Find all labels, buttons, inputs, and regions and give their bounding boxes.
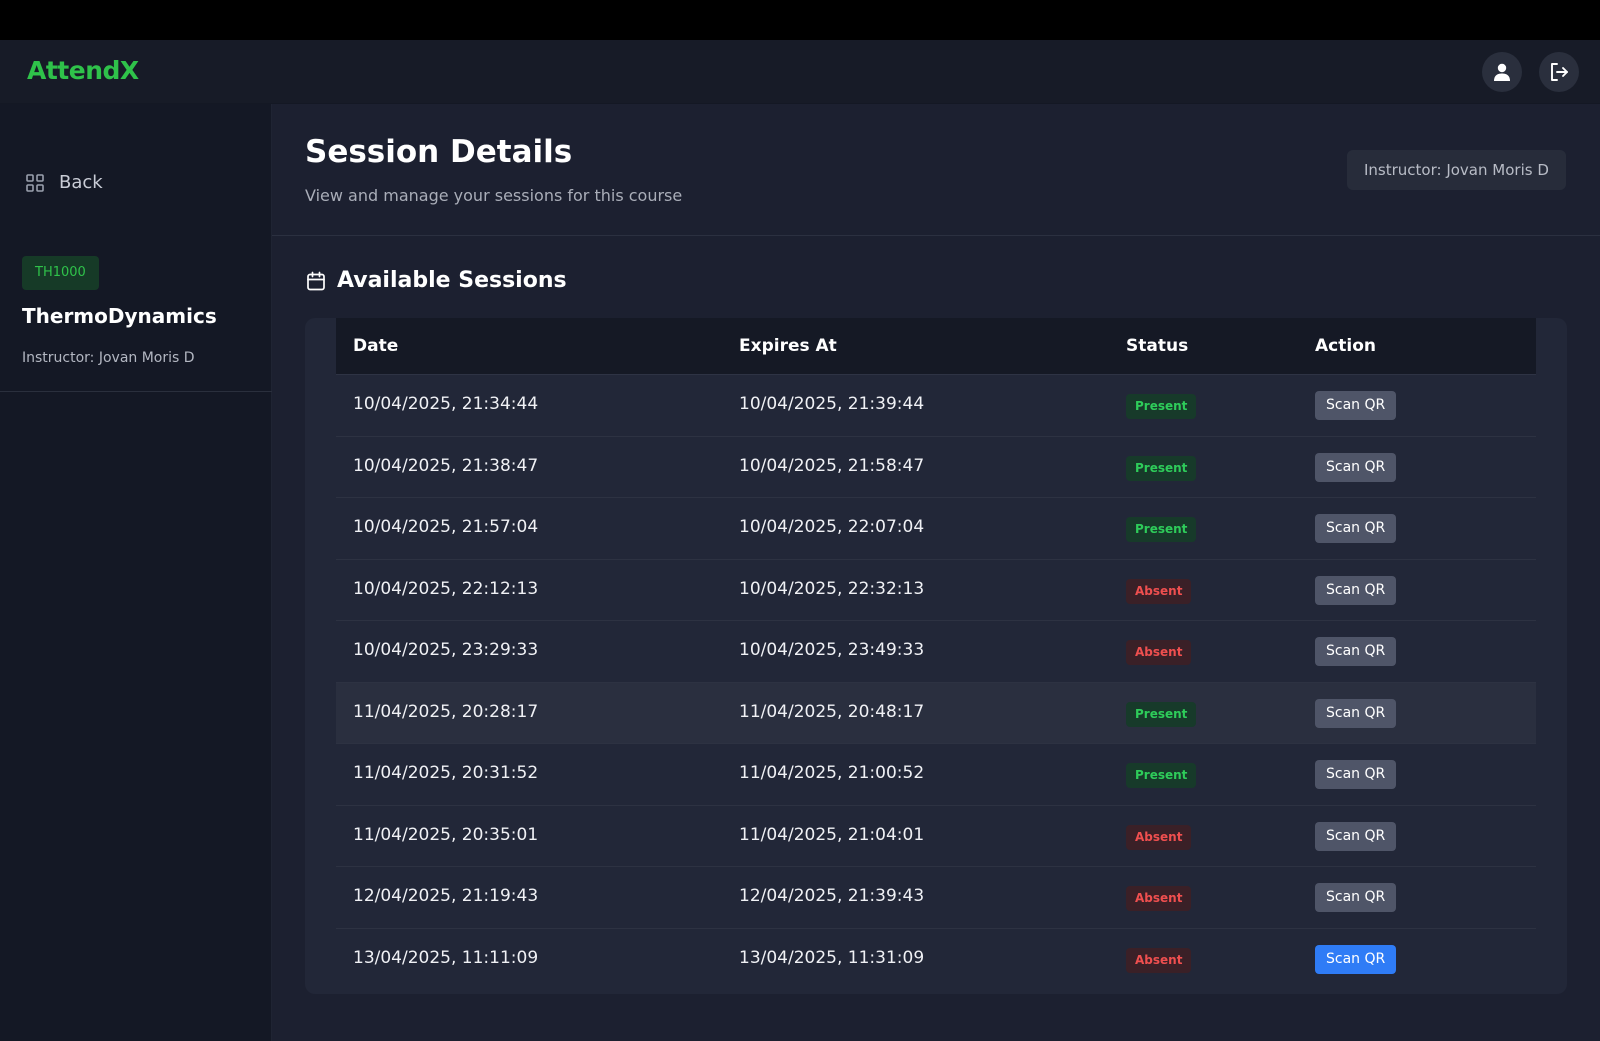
page-subtitle: View and manage your sessions for this c… [305,186,683,205]
table-header: Date Expires At Status Action [336,318,1536,375]
column-header-date: Date [353,336,399,356]
app-header: AttendX [0,40,1600,104]
session-date: 13/04/2025, 11:11:09 [353,947,539,968]
logout-icon [1551,63,1568,81]
session-expires: 11/04/2025, 20:48:17 [739,701,925,722]
session-expires: 10/04/2025, 21:39:44 [739,394,925,414]
scan-qr-button[interactable]: Scan QR [1315,698,1397,728]
section-title-label: Available Sessions [337,268,567,293]
status-badge: Absent [1126,640,1192,665]
back-label: Back [59,172,103,193]
session-date: 10/04/2025, 23:29:33 [353,640,539,660]
page-header: Session Details View and manage your ses… [272,104,1600,236]
status-badge: Present [1126,701,1197,727]
status-badge: Absent [1126,886,1192,911]
sessions-table: Date Expires At Status Action 10/04/2025… [305,318,1567,994]
app-logo[interactable]: AttendX [27,56,139,85]
user-icon [1494,63,1510,81]
session-expires: 10/04/2025, 22:32:13 [739,578,925,599]
session-expires: 11/04/2025, 21:00:52 [739,763,925,783]
session-date: 11/04/2025, 20:31:52 [353,763,539,783]
table-row: 10/04/2025, 22:12:13 10/04/2025, 22:32:1… [336,560,1536,621]
status-badge: Present [1126,517,1197,542]
table-row: 10/04/2025, 23:29:33 10/04/2025, 23:49:3… [336,621,1536,683]
logout-button[interactable] [1539,52,1579,92]
table-row: 11/04/2025, 20:31:52 11/04/2025, 21:00:5… [336,744,1536,806]
session-date: 10/04/2025, 21:57:04 [353,517,539,537]
table-row: 10/04/2025, 21:38:47 10/04/2025, 21:58:4… [336,437,1536,498]
session-expires: 10/04/2025, 21:58:47 [739,455,925,476]
table-row: 11/04/2025, 20:35:01 11/04/2025, 21:04:0… [336,806,1536,867]
main-content: Session Details View and manage your ses… [272,104,1600,1041]
session-date: 11/04/2025, 20:35:01 [353,824,539,845]
session-expires: 10/04/2025, 22:07:04 [739,517,925,537]
session-expires: 12/04/2025, 21:39:43 [739,886,925,906]
scan-qr-button[interactable]: Scan QR [1315,821,1397,851]
page-title: Session Details [305,134,573,170]
session-expires: 10/04/2025, 23:49:33 [739,640,925,660]
session-date: 12/04/2025, 21:19:43 [353,886,539,906]
session-date: 10/04/2025, 22:12:13 [353,578,539,599]
scan-qr-button[interactable]: Scan QR [1315,514,1397,543]
column-header-expires: Expires At [739,336,837,356]
window-top-bar [0,0,1600,40]
sidebar: Back TH1000 ThermoDynamics Instructor: J… [0,104,272,1041]
course-card: TH1000 ThermoDynamics Instructor: Jovan … [0,254,272,392]
scan-qr-button[interactable]: Scan QR [1315,944,1397,974]
status-badge: Absent [1126,824,1192,850]
section-title: Available Sessions [305,268,567,293]
scan-qr-button[interactable]: Scan QR [1315,883,1397,912]
session-date: 11/04/2025, 20:28:17 [353,701,539,722]
session-date: 10/04/2025, 21:34:44 [353,394,539,414]
scan-qr-button[interactable]: Scan QR [1315,452,1397,482]
session-expires: 11/04/2025, 21:04:01 [739,824,925,845]
scan-qr-button[interactable]: Scan QR [1315,391,1397,420]
status-badge: Present [1126,455,1197,481]
course-instructor: Instructor: Jovan Moris D [22,350,195,366]
session-expires: 13/04/2025, 11:31:09 [739,947,925,968]
instructor-badge: Instructor: Jovan Moris D [1347,150,1566,190]
status-badge: Present [1126,394,1197,419]
table-row: 10/04/2025, 21:57:04 10/04/2025, 22:07:0… [336,498,1536,560]
table-row: 13/04/2025, 11:11:09 13/04/2025, 11:31:0… [336,929,1536,991]
scan-qr-button[interactable]: Scan QR [1315,760,1397,789]
column-header-status: Status [1126,336,1189,356]
calendar-icon [307,271,325,290]
column-header-action: Action [1315,336,1376,356]
profile-button[interactable] [1482,52,1522,92]
scan-qr-button[interactable]: Scan QR [1315,637,1397,666]
session-date: 10/04/2025, 21:38:47 [353,455,539,476]
table-row: 10/04/2025, 21:34:44 10/04/2025, 21:39:4… [336,375,1536,437]
status-badge: Absent [1126,578,1192,604]
course-name: ThermoDynamics [22,304,217,328]
back-link[interactable]: Back [25,172,103,193]
scan-qr-button[interactable]: Scan QR [1315,575,1397,605]
status-badge: Present [1126,763,1197,788]
table-row: 12/04/2025, 21:19:43 12/04/2025, 21:39:4… [336,867,1536,929]
grid-icon [26,173,44,192]
table-row: 11/04/2025, 20:28:17 11/04/2025, 20:48:1… [336,682,1536,744]
status-badge: Absent [1126,947,1192,973]
course-code-badge: TH1000 [22,256,99,290]
